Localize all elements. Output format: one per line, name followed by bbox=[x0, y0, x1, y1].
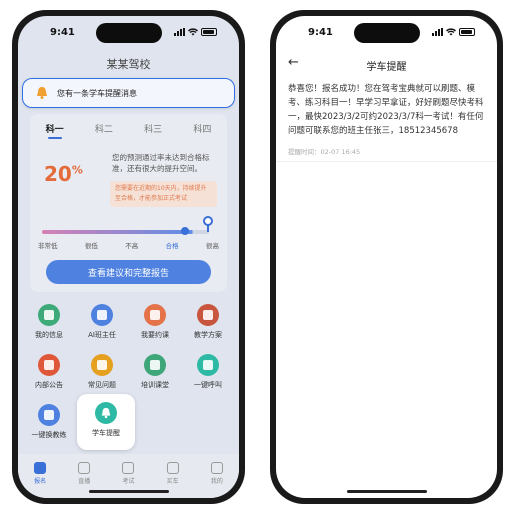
feature-item[interactable]: 一键换教练 bbox=[24, 404, 74, 440]
warning-note: 您需要在近期的10天内，持续提升至合格，才能参加正式考试 bbox=[110, 181, 217, 207]
feature-item[interactable]: 内部公告 bbox=[24, 354, 74, 390]
study-reminder-button[interactable]: 学车提醒 bbox=[77, 394, 135, 450]
bell-icon bbox=[95, 402, 117, 424]
tab-signup[interactable]: 报名 bbox=[25, 462, 55, 498]
home-indicator bbox=[346, 490, 427, 493]
feature-item[interactable]: 一键呼叫 bbox=[183, 354, 233, 390]
level-label: 很低 bbox=[84, 242, 98, 250]
car-icon bbox=[166, 462, 179, 474]
feature-label: 一键换教练 bbox=[31, 431, 67, 439]
calendar-icon bbox=[144, 304, 166, 326]
dynamic-island bbox=[95, 23, 162, 43]
level-label: 不高 bbox=[125, 242, 139, 250]
live-icon bbox=[78, 462, 91, 474]
dynamic-island bbox=[353, 23, 420, 43]
feature-label: 常见问题 bbox=[88, 381, 116, 389]
feature-item[interactable]: 我要约课 bbox=[130, 304, 180, 340]
status-time: 9:41 bbox=[50, 27, 75, 38]
tab-subject-2[interactable]: 科二 bbox=[95, 122, 113, 139]
tab-label: 我的 bbox=[210, 478, 223, 485]
divider bbox=[276, 161, 497, 162]
reminder-toast[interactable]: 您有一条学车提醒消息 bbox=[22, 78, 235, 108]
status-time: 9:41 bbox=[308, 27, 333, 38]
book-icon bbox=[197, 304, 219, 326]
tab-subject-3[interactable]: 科三 bbox=[144, 122, 162, 139]
tab-label: 直播 bbox=[78, 478, 91, 485]
tab-label: 报名 bbox=[34, 478, 47, 485]
wifi-icon bbox=[188, 28, 198, 36]
profile-icon bbox=[210, 462, 223, 474]
bell-icon bbox=[37, 87, 47, 99]
feature-item[interactable]: 教学方案 bbox=[183, 304, 233, 340]
progress-knob bbox=[181, 227, 189, 235]
toast-text: 您有一条学车提醒消息 bbox=[57, 88, 137, 98]
signup-icon bbox=[34, 462, 47, 474]
id-card-icon bbox=[38, 304, 60, 326]
level-label: 非常低 bbox=[38, 242, 58, 250]
tab-subject-1[interactable]: 科一 bbox=[46, 122, 64, 139]
level-labels: 非常低 很低 不高 合格 很高 bbox=[38, 240, 219, 250]
phone-icon bbox=[197, 354, 219, 376]
feature-item[interactable]: 我的信息 bbox=[24, 304, 74, 340]
target-pin-icon bbox=[203, 216, 213, 226]
question-icon bbox=[91, 354, 113, 376]
signal-icon bbox=[174, 28, 185, 36]
feature-label: 教学方案 bbox=[194, 331, 222, 339]
feature-item[interactable]: AI班主任 bbox=[77, 304, 127, 340]
pass-rate: 20% bbox=[44, 162, 83, 186]
level-label: 很高 bbox=[206, 242, 219, 250]
feature-label: 一键呼叫 bbox=[194, 381, 222, 389]
feature-label: AI班主任 bbox=[88, 331, 116, 339]
coach-icon bbox=[38, 404, 60, 426]
announcement-icon bbox=[38, 354, 60, 376]
exam-icon bbox=[122, 462, 135, 474]
exam-prediction-card: 科一 科二 科三 科四 20% 您的预测通过率未达到合格标准，还有很大的提升空间… bbox=[30, 114, 227, 292]
nav-bar: ← 学车提醒 bbox=[276, 52, 497, 76]
level-label: 合格 bbox=[165, 242, 179, 250]
home-screen: 9:41 某某驾校 您有一条学车提醒消息 科一 科二 科三 科四 20% 您的预… bbox=[18, 16, 239, 498]
view-report-button[interactable]: 查看建议和完整报告 bbox=[46, 260, 211, 284]
subject-tabs: 科一 科二 科三 科四 bbox=[30, 114, 227, 139]
school-title: 某某驾校 bbox=[106, 58, 151, 71]
wifi-icon bbox=[446, 28, 456, 36]
feature-label: 内部公告 bbox=[35, 381, 63, 389]
battery-icon bbox=[459, 28, 475, 36]
ai-person-icon bbox=[91, 304, 113, 326]
signal-icon bbox=[432, 28, 443, 36]
page-title: 学车提醒 bbox=[366, 62, 407, 73]
feature-label: 我要约课 bbox=[141, 331, 169, 339]
pass-rate-value: 20 bbox=[44, 162, 72, 186]
feature-label: 培训课堂 bbox=[141, 381, 169, 389]
reminder-message: 恭喜您！报名成功！您在驾考宝典就可以刷题、模考、练习科目一！早学习早拿证，好好刷… bbox=[288, 84, 484, 136]
tab-label: 买车 bbox=[166, 478, 179, 485]
phone-right: 9:41 ← 学车提醒 恭喜您！报名成功！您在驾考宝典就可以刷题、模考、练习科目… bbox=[270, 10, 503, 504]
tab-mine[interactable]: 我的 bbox=[202, 462, 232, 498]
tab-label: 考试 bbox=[122, 478, 135, 485]
reminder-time: 提醒时间：02-07 16:45 bbox=[288, 148, 361, 156]
feature-item[interactable]: 培训课堂 bbox=[130, 354, 180, 390]
classroom-icon bbox=[144, 354, 166, 376]
home-indicator bbox=[88, 490, 169, 493]
study-reminder-label: 学车提醒 bbox=[92, 429, 120, 437]
reminder-detail-screen: 9:41 ← 学车提醒 恭喜您！报名成功！您在驾考宝典就可以刷题、模考、练习科目… bbox=[276, 16, 497, 498]
feature-item[interactable]: 常见问题 bbox=[77, 354, 127, 390]
score-description: 您的预测通过率未达到合格标准，还有很大的提升空间。 bbox=[112, 153, 210, 173]
phone-left: 9:41 某某驾校 您有一条学车提醒消息 科一 科二 科三 科四 20% 您的预… bbox=[12, 10, 245, 504]
battery-icon bbox=[201, 28, 217, 36]
feature-label: 我的信息 bbox=[35, 331, 63, 339]
tab-subject-4[interactable]: 科四 bbox=[193, 122, 211, 139]
pass-rate-unit: % bbox=[71, 163, 83, 177]
